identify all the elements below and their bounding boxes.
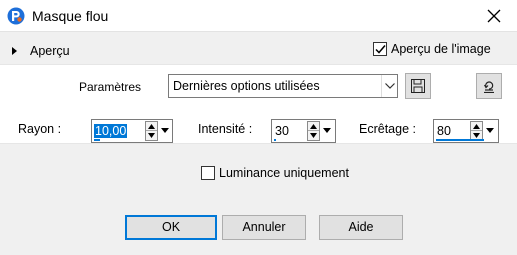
radius-stepper[interactable] xyxy=(145,121,158,141)
chevron-down-icon xyxy=(385,83,395,89)
clipping-stepper[interactable] xyxy=(470,121,483,141)
preset-dropdown[interactable]: Dernières options utilisées xyxy=(168,74,398,98)
title-bar: Masque flou xyxy=(0,0,517,32)
arrow-up-icon xyxy=(473,124,480,129)
cancel-button[interactable]: Annuler xyxy=(222,215,306,240)
arrow-up-icon xyxy=(148,124,155,129)
arrow-down-icon xyxy=(473,133,480,138)
decrement-button[interactable] xyxy=(308,131,319,140)
checkmark-icon xyxy=(375,45,386,54)
luminance-only-label: Luminance uniquement xyxy=(219,166,349,180)
radius-label: Rayon : xyxy=(18,122,62,136)
arrow-down-icon xyxy=(310,133,317,138)
checkbox-box[interactable] xyxy=(201,166,215,180)
radius-spinbox[interactable]: 10,00 xyxy=(91,119,173,143)
settings-label: Paramètres xyxy=(79,80,142,94)
clipping-label: Ecrêtage : xyxy=(359,122,416,136)
intensity-value[interactable]: 30 xyxy=(275,124,289,138)
radius-dropdown-button[interactable] xyxy=(159,121,172,141)
window-title: Masque flou xyxy=(32,8,109,24)
image-preview-label: Aperçu de l'image xyxy=(391,42,491,56)
intensity-stepper[interactable] xyxy=(307,121,320,141)
arrow-up-icon xyxy=(310,124,317,129)
increment-button[interactable] xyxy=(146,122,157,131)
reset-defaults-button[interactable] xyxy=(476,73,502,99)
dialog-content: Aperçu Aperçu de l'image Paramètres Dern… xyxy=(0,32,517,255)
chevron-down-icon xyxy=(486,128,494,133)
increment-button[interactable] xyxy=(471,122,482,131)
radius-level-bar xyxy=(94,139,100,141)
increment-button[interactable] xyxy=(308,122,319,131)
clipping-level-bar xyxy=(436,139,484,141)
reset-defaults-icon xyxy=(483,81,494,93)
save-icon xyxy=(411,79,425,93)
preset-value: Dernières options utilisées xyxy=(173,79,320,93)
ok-button[interactable]: OK xyxy=(125,215,217,240)
intensity-spinbox[interactable]: 30 xyxy=(271,119,336,143)
clipping-value[interactable]: 80 xyxy=(437,124,451,138)
chevron-down-icon xyxy=(323,128,331,133)
checkbox-box[interactable] xyxy=(373,42,387,56)
close-icon xyxy=(487,9,501,23)
clipping-spinbox[interactable]: 80 xyxy=(433,119,499,143)
arrow-down-icon xyxy=(148,133,155,138)
intensity-level-bar xyxy=(274,139,276,141)
expand-arrow-icon xyxy=(12,47,17,55)
clipping-dropdown-button[interactable] xyxy=(484,121,497,141)
paintshop-pro-icon xyxy=(7,7,25,25)
intensity-label: Intensité : xyxy=(198,122,253,136)
intensity-dropdown-button[interactable] xyxy=(321,121,334,141)
preview-expander-label: Aperçu xyxy=(30,44,70,58)
save-preset-button[interactable] xyxy=(405,73,431,99)
close-button[interactable] xyxy=(471,0,517,32)
decrement-button[interactable] xyxy=(146,131,157,140)
help-button[interactable]: Aide xyxy=(319,215,403,240)
dropdown-button[interactable] xyxy=(381,75,397,97)
radius-value[interactable]: 10,00 xyxy=(94,124,128,138)
chevron-down-icon xyxy=(161,128,169,133)
